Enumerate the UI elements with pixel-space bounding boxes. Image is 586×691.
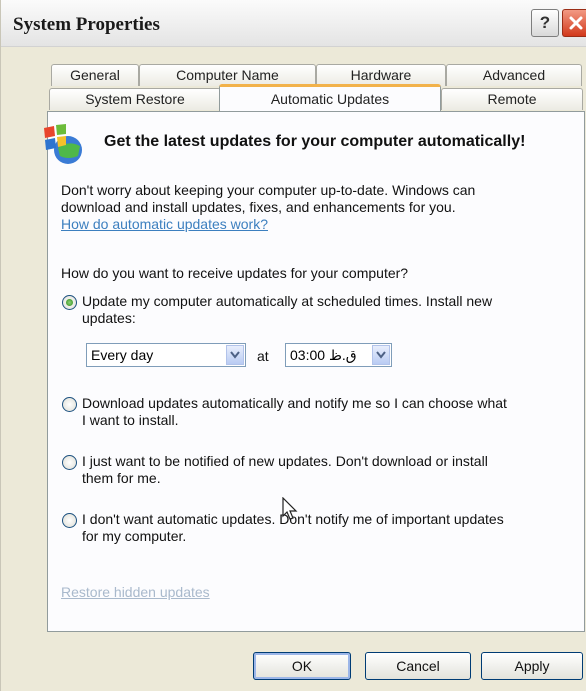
how-updates-work-link[interactable]: How do automatic updates work?	[61, 216, 268, 232]
intro-text-line2: download and install updates, fixes, and…	[61, 199, 456, 215]
chevron-down-icon[interactable]	[226, 345, 244, 365]
mouse-cursor-icon	[282, 497, 298, 520]
intro-text-line1: Don't worry about keeping your computer …	[61, 182, 476, 198]
schedule-day-value: Every day	[91, 347, 154, 363]
cancel-button[interactable]: Cancel	[365, 652, 471, 680]
apply-button[interactable]: Apply	[481, 652, 583, 680]
option-auto-update-label1[interactable]: Update my computer automatically at sche…	[82, 293, 492, 309]
chevron-down-icon[interactable]	[372, 345, 390, 365]
automatic-updates-panel: Get the latest updates for your computer…	[44, 111, 585, 632]
option-notify-only-label1[interactable]: I just want to be notified of new update…	[82, 453, 488, 469]
close-icon	[569, 16, 583, 30]
system-properties-window: System Properties ? General Computer Nam…	[0, 0, 586, 691]
option-download-notify-label2[interactable]: I want to install.	[82, 412, 179, 428]
radio-notify-only[interactable]	[62, 455, 77, 470]
title-bar[interactable]: System Properties ?	[1, 0, 586, 47]
tab-automatic-updates[interactable]: Automatic Updates	[219, 84, 441, 111]
receive-updates-question: How do you want to receive updates for y…	[61, 265, 409, 281]
radio-selected-dot	[66, 299, 73, 306]
tab-hardware[interactable]: Hardware	[316, 64, 446, 86]
tab-remote[interactable]: Remote	[441, 88, 583, 110]
restore-hidden-updates-link[interactable]: Restore hidden updates	[61, 584, 210, 600]
option-auto-update-label2[interactable]: updates:	[82, 310, 136, 326]
windows-update-icon	[44, 124, 82, 164]
panel-heading: Get the latest updates for your computer…	[104, 133, 526, 150]
tab-computer-name[interactable]: Computer Name	[139, 64, 316, 86]
tab-general[interactable]: General	[51, 64, 139, 86]
option-notify-only-label2[interactable]: them for me.	[82, 470, 161, 486]
help-button[interactable]: ?	[531, 9, 559, 37]
schedule-day-select[interactable]: Every day	[86, 343, 246, 367]
schedule-time-select[interactable]: 03:00 ق.ظ	[285, 343, 392, 367]
window-title: System Properties	[13, 14, 160, 35]
option-no-updates-label2[interactable]: for my computer.	[82, 528, 186, 544]
option-download-notify-label1[interactable]: Download updates automatically and notif…	[82, 395, 507, 411]
ok-button[interactable]: OK	[253, 652, 351, 680]
at-label: at	[257, 348, 269, 364]
tab-advanced[interactable]: Advanced	[446, 64, 582, 86]
radio-download-notify[interactable]	[62, 397, 77, 412]
close-button[interactable]	[562, 9, 586, 37]
schedule-time-value: 03:00 ق.ظ	[290, 347, 357, 363]
radio-auto-update[interactable]	[62, 295, 77, 310]
radio-no-updates[interactable]	[62, 513, 77, 528]
tab-system-restore[interactable]: System Restore	[49, 88, 221, 110]
